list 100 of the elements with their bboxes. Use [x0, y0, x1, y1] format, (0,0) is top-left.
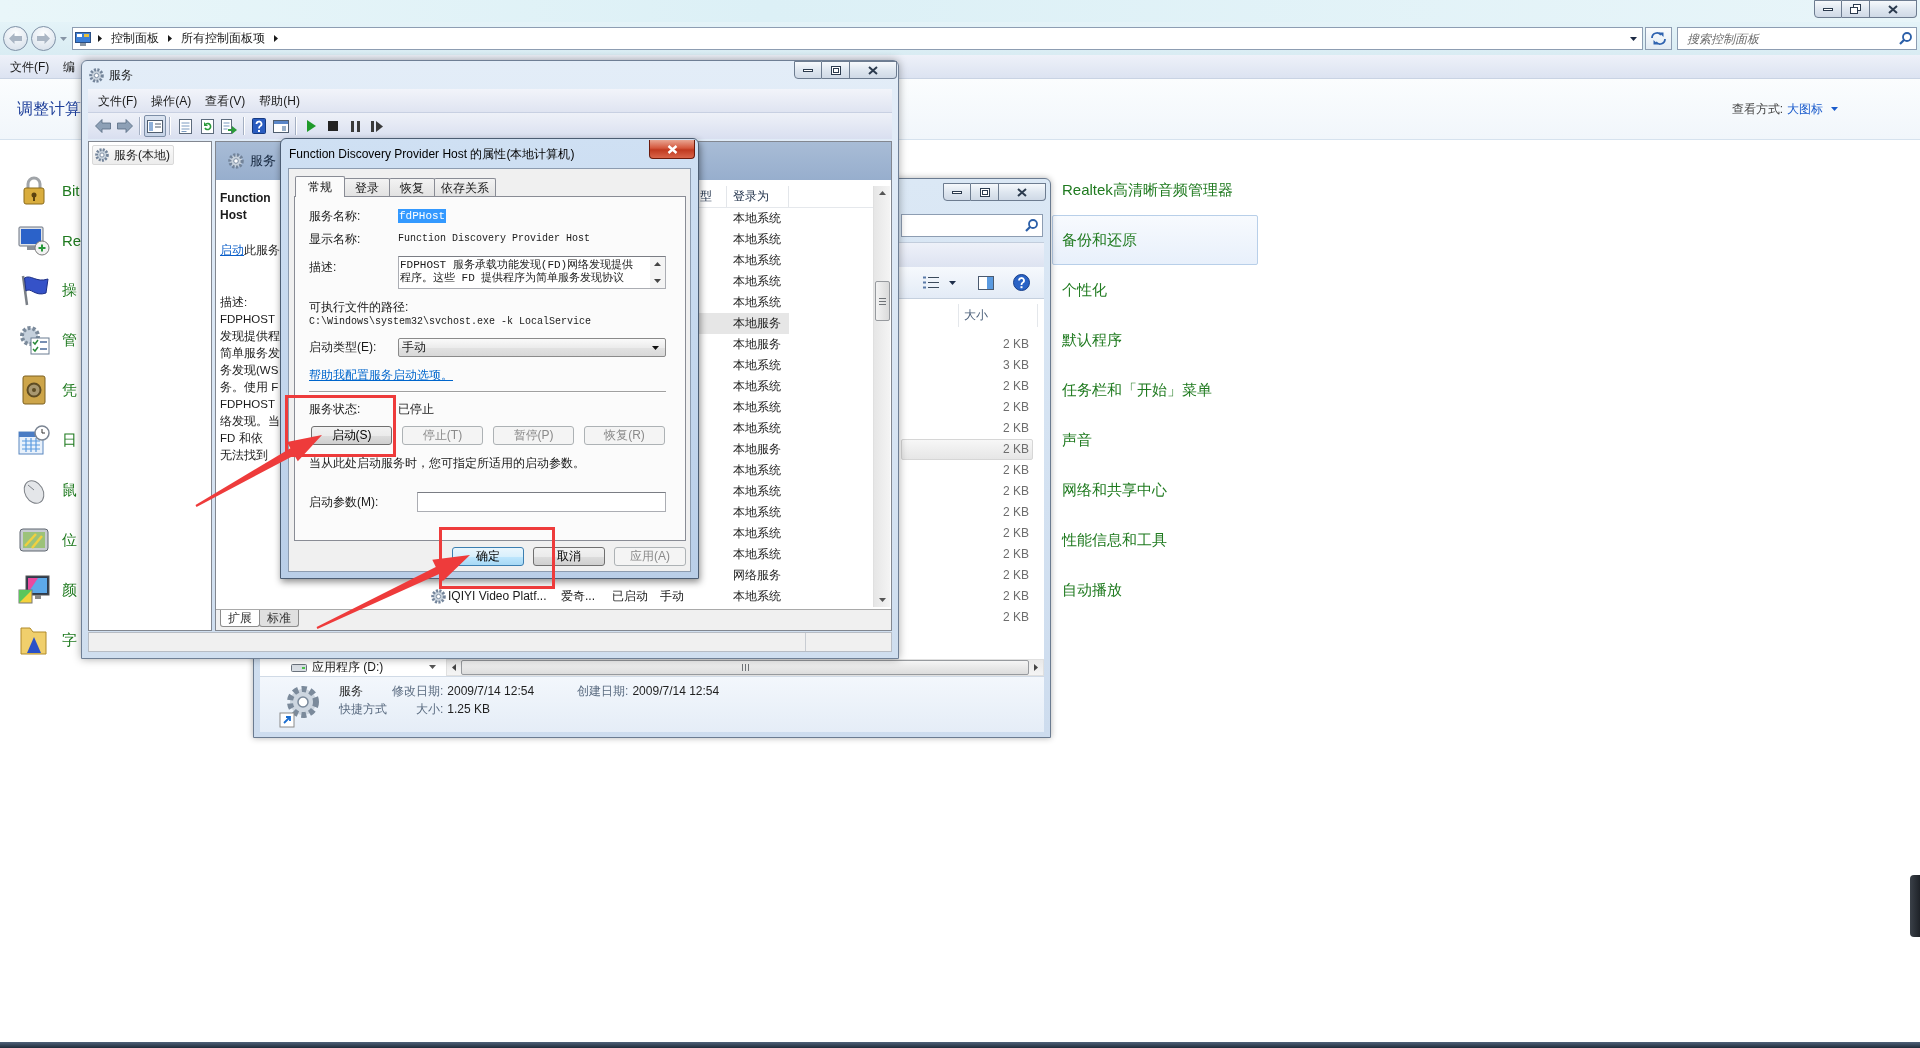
view-tab[interactable]: 标准	[259, 610, 299, 627]
table-cell-text: 本地系统	[732, 462, 782, 479]
preview-pane-icon[interactable]	[978, 275, 994, 290]
menu-item[interactable]: 文件(F)	[3, 56, 57, 77]
control-panel-item[interactable]: Bit	[62, 181, 80, 199]
scroll-thumb[interactable]	[874, 281, 890, 321]
tree-item[interactable]: 服务(本地)	[92, 145, 174, 165]
caret-icon[interactable]	[949, 280, 956, 285]
control-panel-item[interactable]: 备份和还原	[1052, 215, 1258, 265]
startup-type-dropdown[interactable]: 手动	[398, 338, 666, 357]
field-value: 2009/7/14 12:54	[447, 683, 535, 700]
scroll-up-icon[interactable]	[654, 262, 661, 266]
size-cell-text: 2 KB	[1002, 567, 1030, 584]
tab[interactable]: 登录	[344, 178, 390, 196]
start-link[interactable]: 启动	[220, 244, 244, 256]
chevron-icon[interactable]	[168, 35, 172, 42]
menu-item[interactable]: 查看(V)	[198, 90, 253, 111]
console-tree-button[interactable]	[144, 115, 166, 137]
table-cell-text: 本地服务	[732, 441, 782, 458]
address-bar[interactable]: 控制面板 所有控制面板项	[72, 27, 1643, 50]
control-panel-item[interactable]: Re	[62, 231, 82, 249]
close-button[interactable]	[850, 61, 897, 79]
dropdown-caret-icon[interactable]	[1630, 36, 1637, 41]
restore-button[interactable]	[1842, 0, 1870, 18]
start-button[interactable]: 启动(S)	[311, 426, 392, 445]
control-panel-item[interactable]: 凭	[62, 380, 77, 400]
gear-icon	[89, 67, 104, 83]
tab[interactable]: 依存关系	[434, 178, 496, 196]
close-button[interactable]	[999, 183, 1046, 201]
scroll-down-icon[interactable]	[429, 665, 436, 669]
help-link[interactable]: 帮助我配置服务启动选项。	[309, 366, 453, 384]
control-panel-item[interactable]: 操	[62, 280, 77, 300]
close-button[interactable]	[1870, 0, 1917, 18]
start-parameters-field[interactable]	[417, 492, 666, 512]
search-icon[interactable]	[1899, 32, 1912, 45]
column-header[interactable]: 登录为	[727, 186, 789, 207]
search-field[interactable]: 搜索控制面板	[1677, 27, 1917, 50]
caret-icon	[652, 345, 659, 350]
minimize-button[interactable]	[943, 183, 971, 201]
scroll-thumb[interactable]	[461, 659, 1029, 675]
view-list-icon[interactable]	[923, 276, 939, 289]
chevron-icon[interactable]	[98, 35, 102, 42]
control-panel-item[interactable]: 字	[62, 630, 77, 650]
breadcrumb[interactable]: 所有控制面板项	[172, 29, 274, 48]
table-cell-text: 本地系统	[732, 399, 782, 416]
close-icon	[666, 144, 678, 154]
control-panel-item[interactable]: 默认程序	[1052, 315, 1258, 365]
maximize-icon	[979, 187, 990, 197]
menu-item[interactable]: 文件(F)	[91, 90, 145, 111]
control-panel-item[interactable]: 日	[62, 430, 77, 450]
window-title: 服务	[109, 66, 133, 84]
vertical-scrollbar[interactable]	[873, 186, 890, 607]
control-panel-item[interactable]: 颜	[62, 580, 77, 600]
control-panel-item[interactable]: Realtek高清晰音频管理器	[1052, 165, 1258, 215]
menu-item[interactable]: 编	[56, 56, 83, 77]
maximize-button[interactable]	[822, 61, 850, 79]
view-tab[interactable]: 扩展	[220, 610, 260, 627]
control-panel-item[interactable]: 个性化	[1052, 265, 1258, 315]
menu-item[interactable]: 帮助(H)	[252, 90, 307, 111]
search-icon[interactable]	[1025, 218, 1038, 232]
control-panel-item[interactable]: 自动播放	[1052, 565, 1258, 615]
horizontal-scrollbar[interactable]	[446, 658, 1044, 676]
drive-icon	[291, 662, 307, 672]
history-caret-icon[interactable]	[60, 36, 67, 41]
breadcrumb[interactable]: 控制面板	[102, 29, 168, 48]
search-input[interactable]: 搜索控制面板	[1687, 31, 1899, 46]
control-panel-item[interactable]: 性能信息和工具	[1052, 515, 1258, 565]
ok-button[interactable]: 确定	[452, 547, 524, 566]
close-button[interactable]	[649, 140, 695, 159]
control-panel-item[interactable]: 位	[62, 530, 77, 550]
tab[interactable]: 常规	[295, 176, 345, 197]
chevron-icon[interactable]	[274, 35, 278, 42]
nav-item[interactable]: 应用程序 (D:)	[312, 658, 384, 676]
scroll-down-icon[interactable]	[878, 598, 886, 602]
column-header[interactable]: 大小	[958, 304, 1038, 327]
size-cell-text: 2 KB	[1002, 504, 1030, 521]
table-cell-text: 手动	[659, 588, 685, 605]
refresh-button[interactable]	[1645, 27, 1672, 50]
description-box[interactable]: FDPHOST 服务承载功能发现(FD)网络发现提供 程序。这些 FD 提供程序为简单服务发现协议	[398, 256, 666, 289]
scroll-right-icon[interactable]	[1034, 663, 1038, 671]
scroll-down-icon[interactable]	[654, 279, 661, 283]
scroll-up-icon[interactable]	[878, 191, 886, 195]
minimize-button[interactable]	[794, 61, 822, 79]
field-value: 2009/7/14 12:54	[632, 683, 720, 700]
maximize-button[interactable]	[971, 183, 999, 201]
control-panel-item[interactable]: 管	[62, 330, 77, 350]
cancel-button[interactable]: 取消	[533, 547, 605, 566]
table-cell-text: 本地系统	[732, 357, 782, 374]
search-field[interactable]	[901, 213, 1043, 237]
control-panel-item[interactable]: 鼠	[62, 480, 77, 500]
view-mode-link[interactable]: 大图标	[1787, 100, 1838, 118]
control-panel-item[interactable]: 声音	[1052, 415, 1258, 465]
control-panel-item[interactable]: 网络和共享中心	[1052, 465, 1258, 515]
control-panel-item[interactable]: 任务栏和「开始」菜单	[1052, 365, 1258, 415]
minimize-button[interactable]	[1814, 0, 1842, 18]
menu-item[interactable]: 操作(A)	[144, 90, 199, 111]
tab[interactable]: 恢复	[389, 178, 435, 196]
scroll-left-icon[interactable]	[452, 663, 456, 671]
table-cell-text: 本地系统	[732, 525, 782, 542]
help-icon[interactable]	[1013, 274, 1030, 291]
